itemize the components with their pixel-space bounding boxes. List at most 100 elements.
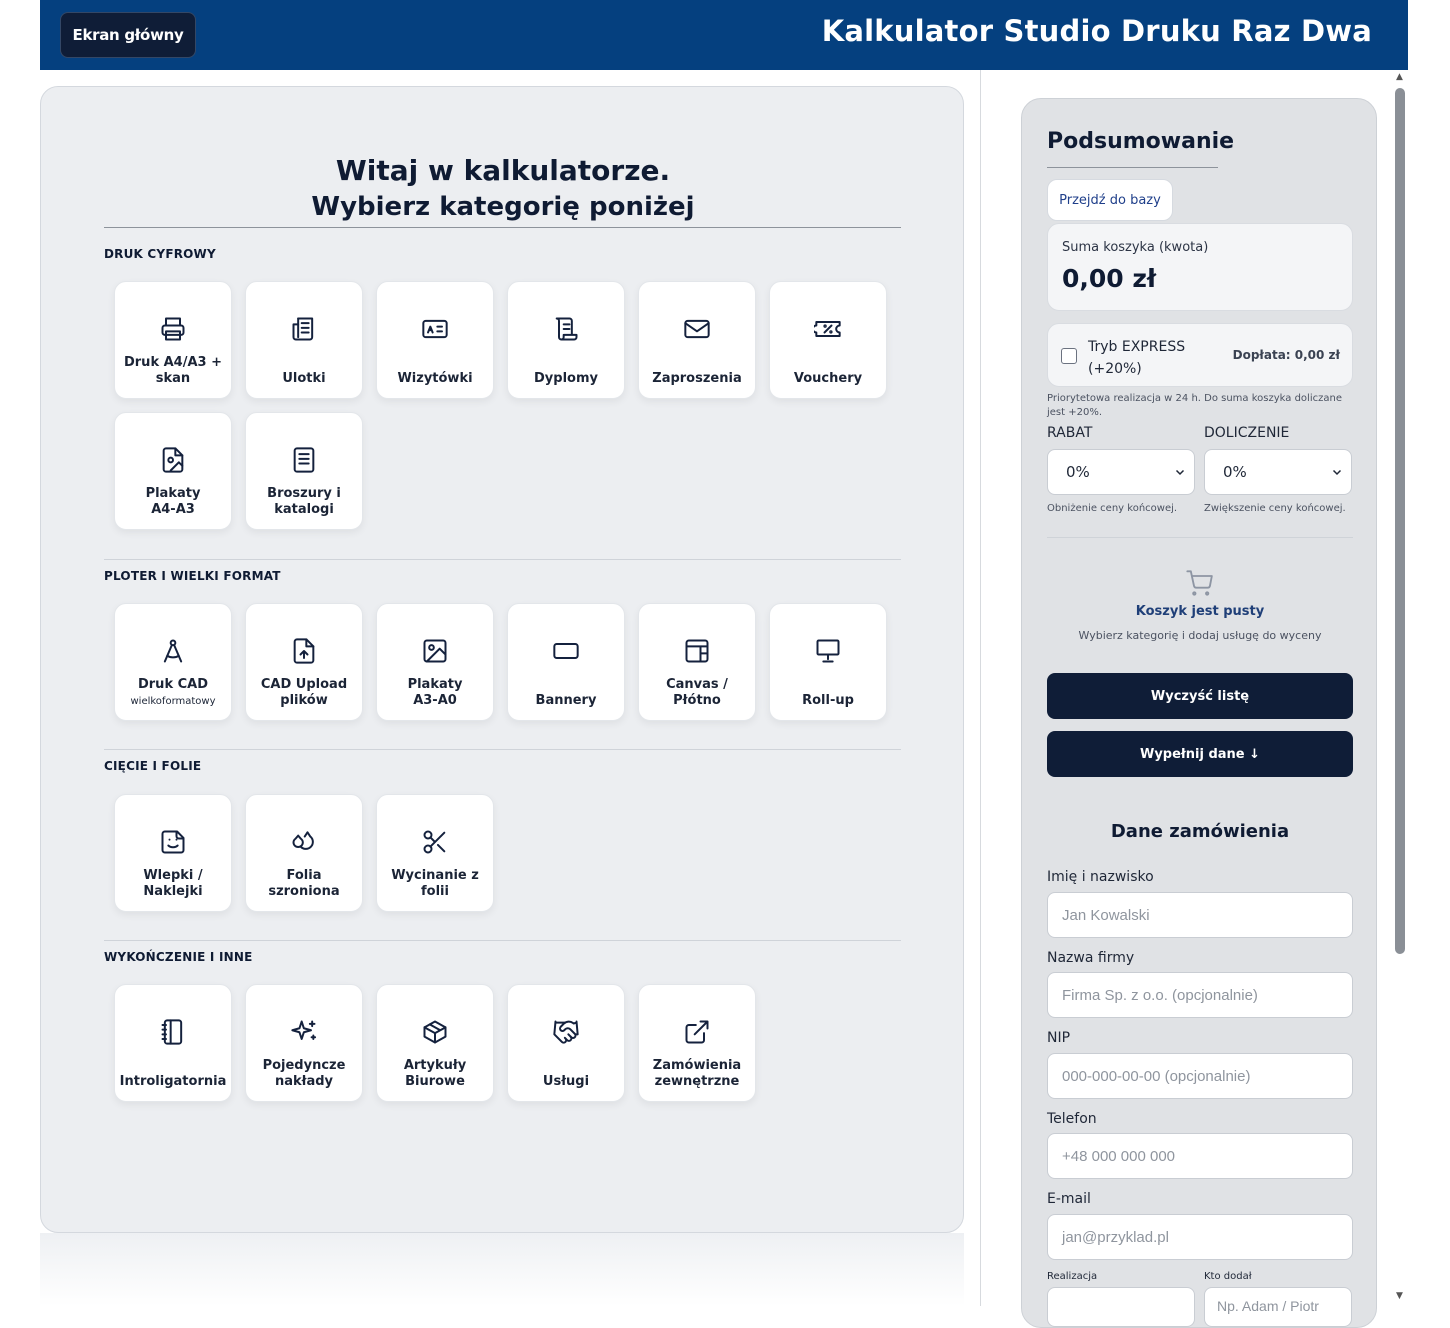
category-label: Ulotki: [282, 371, 326, 386]
category-label: Druk A4/A3 + skan: [123, 355, 222, 386]
image-icon: [421, 628, 449, 674]
chevron-down-icon: [1331, 464, 1343, 482]
discount-select[interactable]: 0%: [1047, 449, 1195, 495]
category-label: Bannery: [535, 693, 597, 708]
presentation-stand-icon: [814, 628, 842, 674]
email-field[interactable]: jan@przyklad.pl: [1047, 1214, 1353, 1260]
order-details-title: Dane zamówienia: [1110, 821, 1290, 842]
category-plakaty-a3-a0[interactable]: Plakaty A3-A0: [376, 603, 494, 721]
category-label: Wizytówki: [397, 371, 473, 386]
surcharge-select[interactable]: 0%: [1204, 449, 1352, 495]
surcharge-select-value: 0%: [1223, 463, 1247, 481]
category-label: Plakaty A3-A0: [407, 677, 463, 708]
category-label: Wlepki / Naklejki: [143, 868, 203, 899]
category-zamowienia-zewnetrzne[interactable]: Zamówienia zewnętrzne: [638, 984, 756, 1102]
category-label: Folia szroniona: [268, 868, 340, 899]
express-mode-card[interactable]: Tryb EXPRESS (+20%) Dopłata: 0,00 zł: [1047, 323, 1353, 387]
discount-select-value: 0%: [1066, 463, 1090, 481]
cart-sum-label: Suma koszyka (kwota): [1062, 240, 1209, 255]
added-by-field[interactable]: Np. Adam / Piotr: [1204, 1287, 1352, 1327]
category-grid-ciecie: Wlepki / Naklejki Folia szroniona Wycina…: [114, 794, 894, 912]
category-grid-wykonczenie: Introligatornia Pojedyncze nakłady Artyk…: [114, 984, 894, 1102]
summary-title: Podsumowanie: [1047, 129, 1235, 154]
sparkles-icon: [290, 1009, 318, 1055]
app-header: Ekran główny Kalkulator Studio Druku Raz…: [40, 0, 1408, 70]
newspaper-icon: [290, 306, 318, 352]
surcharge-label: DOLICZENIE: [1204, 425, 1290, 441]
phone-field[interactable]: +48 000 000 000: [1047, 1133, 1353, 1179]
section-divider: [104, 559, 901, 560]
discount-label: RABAT: [1047, 425, 1093, 441]
email-field-label: E-mail: [1047, 1191, 1091, 1207]
category-wlepki[interactable]: Wlepki / Naklejki: [114, 794, 232, 912]
category-label-sub: wielkoformatowy: [130, 696, 216, 707]
category-broszury[interactable]: Broszury i katalogi: [245, 412, 363, 530]
nip-field[interactable]: 000-000-00-00 (opcjonalnie): [1047, 1053, 1353, 1099]
category-uslugi[interactable]: Usługi: [507, 984, 625, 1102]
canvas-frame-icon: [683, 628, 711, 674]
category-folia-szroniona[interactable]: Folia szroniona: [245, 794, 363, 912]
column-divider: [980, 70, 981, 1306]
category-roll-up[interactable]: Roll-up: [769, 603, 887, 721]
scroll-down-arrow-icon[interactable]: ▼: [1396, 1291, 1403, 1301]
scroll-up-arrow-icon[interactable]: ▲: [1396, 72, 1403, 82]
welcome-divider: [104, 227, 901, 228]
ticket-percent-icon: [814, 306, 842, 352]
category-label: Zaproszenia: [652, 371, 742, 386]
id-card-icon: [421, 306, 449, 352]
category-ulotki[interactable]: Ulotki: [245, 281, 363, 399]
section-title-druk-cyfrowy: DRUK CYFROWY: [104, 247, 216, 261]
notebook-icon: [159, 1009, 187, 1055]
category-panel: Witaj w kalkulatorze. Wybierz kategorię …: [40, 86, 964, 1233]
section-title-ploter: PLOTER I WIELKI FORMAT: [104, 569, 281, 583]
express-checkbox[interactable]: [1061, 348, 1077, 364]
express-label: Tryb EXPRESS (+20%): [1088, 336, 1208, 380]
category-label: Dyplomy: [534, 371, 598, 386]
realizacja-field[interactable]: [1047, 1287, 1195, 1327]
droplets-icon: [290, 819, 318, 865]
external-link-icon: [683, 1009, 711, 1055]
nip-field-label: NIP: [1047, 1030, 1071, 1046]
category-canvas[interactable]: Canvas / Płótno: [638, 603, 756, 721]
category-wizytowki[interactable]: Wizytówki: [376, 281, 494, 399]
category-zaproszenia[interactable]: Zaproszenia: [638, 281, 756, 399]
discount-note: Obniżenie ceny końcowej.: [1047, 503, 1178, 514]
category-bannery[interactable]: Bannery: [507, 603, 625, 721]
express-note: Priorytetowa realizacja w 24 h. Do suma …: [1047, 393, 1342, 418]
empty-cart-subtitle: Wybierz kategorię i dodaj usługę do wyce…: [1078, 629, 1322, 642]
category-label: Druk CAD wielkoformatowy: [124, 677, 221, 709]
added-by-label: Kto dodał: [1204, 1271, 1252, 1282]
cart-sum-card: Suma koszyka (kwota) 0,00 zł: [1047, 223, 1353, 311]
shopping-cart-icon: [1185, 569, 1213, 601]
booklet-icon: [290, 437, 318, 483]
scroll-icon: [552, 306, 580, 352]
category-pojedyncze-naklady[interactable]: Pojedyncze nakłady: [245, 984, 363, 1102]
clear-list-button[interactable]: Wyczyść listę: [1047, 673, 1353, 719]
go-to-database-button[interactable]: Przejdź do bazy: [1047, 179, 1173, 221]
express-surcharge: Dopłata: 0,00 zł: [1232, 348, 1340, 362]
welcome-line-2: Wybierz kategorię poniżej: [311, 192, 695, 222]
express-label-text: Tryb EXPRESS (+20%): [1088, 339, 1186, 377]
name-field[interactable]: Jan Kowalski: [1047, 892, 1353, 938]
panel-shadow: [40, 1233, 964, 1306]
category-vouchery[interactable]: Vouchery: [769, 281, 887, 399]
summary-panel: Podsumowanie Przejdź do bazy Suma koszyk…: [1021, 98, 1377, 1328]
category-plakaty-a4-a3[interactable]: Plakaty A4-A3: [114, 412, 232, 530]
category-druk-a4-a3[interactable]: Druk A4/A3 + skan: [114, 281, 232, 399]
category-artykuly-biurowe[interactable]: Artykuły Biurowe: [376, 984, 494, 1102]
welcome-heading: Witaj w kalkulatorze. Wybierz kategorię …: [41, 153, 965, 225]
category-dyplomy[interactable]: Dyplomy: [507, 281, 625, 399]
name-field-label: Imię i nazwisko: [1047, 869, 1154, 885]
company-field[interactable]: Firma Sp. z o.o. (opcjonalnie): [1047, 972, 1353, 1018]
realizacja-label: Realizacja: [1047, 1271, 1098, 1282]
category-cad-upload[interactable]: CAD Upload plików: [245, 603, 363, 721]
summary-divider: [1047, 537, 1353, 538]
scrollbar-thumb[interactable]: [1395, 88, 1405, 954]
category-label: Usługi: [542, 1074, 590, 1089]
compass-icon: [159, 628, 187, 674]
fill-data-button[interactable]: Wypełnij dane ↓: [1047, 731, 1353, 777]
category-druk-cad[interactable]: Druk CAD wielkoformatowy: [114, 603, 232, 721]
home-button[interactable]: Ekran główny: [60, 12, 196, 58]
category-wycinanie[interactable]: Wycinanie z folii: [376, 794, 494, 912]
category-introligatornia[interactable]: Introligatornia: [114, 984, 232, 1102]
